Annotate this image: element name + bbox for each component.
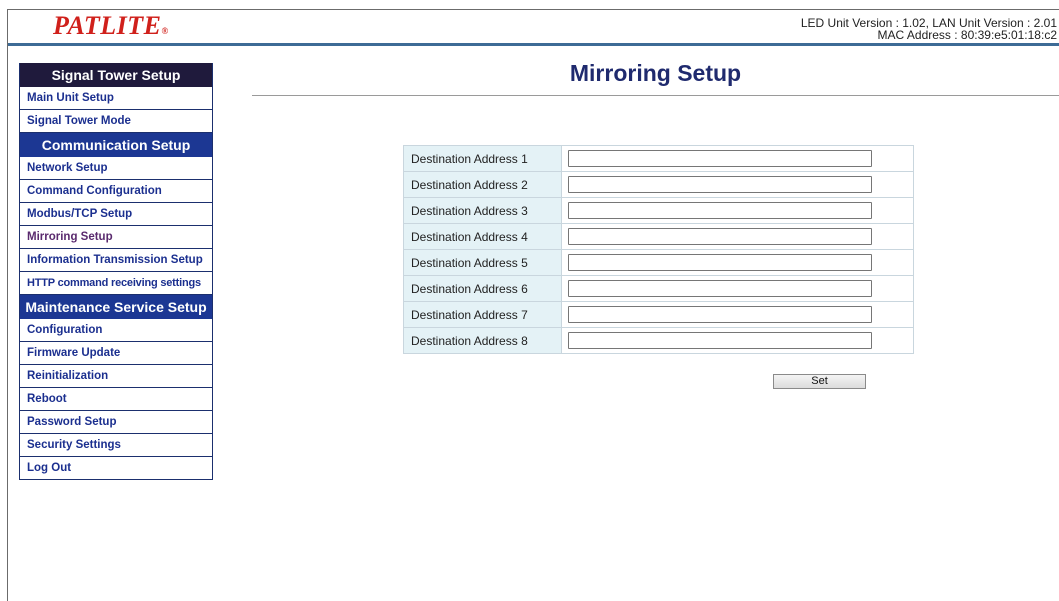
destination-address-2-cell xyxy=(561,171,914,198)
sidebar-item-information-transmission-setup[interactable]: Information Transmission Setup xyxy=(20,249,212,272)
destination-address-3-input[interactable] xyxy=(568,202,872,219)
destination-address-6-label: Destination Address 6 xyxy=(403,275,562,302)
sidebar-item-network-setup[interactable]: Network Setup xyxy=(20,157,212,180)
destination-address-6-input[interactable] xyxy=(568,280,872,297)
destination-address-2-label: Destination Address 2 xyxy=(403,171,562,198)
sidebar-item-http-command-receiving-settings[interactable]: HTTP command receiving settings xyxy=(20,272,212,295)
sidebar-item-reboot[interactable]: Reboot xyxy=(20,388,212,411)
table-row: Destination Address 5 xyxy=(403,249,914,276)
sidebar-section-maintenance-service-setup: Maintenance Service Setup xyxy=(20,295,212,319)
sidebar-item-reinitialization[interactable]: Reinitialization xyxy=(20,365,212,388)
patlite-logo: PATLITE® xyxy=(53,11,169,46)
destination-address-5-label: Destination Address 5 xyxy=(403,249,562,276)
destination-address-7-cell xyxy=(561,301,914,328)
set-button[interactable]: Set xyxy=(773,374,866,389)
sidebar-item-command-configuration[interactable]: Command Configuration xyxy=(20,180,212,203)
mac-address-line: MAC Address : 80:39:e5:01:18:c2 xyxy=(877,28,1057,42)
destination-address-4-label: Destination Address 4 xyxy=(403,223,562,250)
destination-address-4-input[interactable] xyxy=(568,228,872,245)
sidebar-section-signal-tower-setup: Signal Tower Setup xyxy=(20,63,212,87)
destination-address-6-cell xyxy=(561,275,914,302)
destination-address-7-label: Destination Address 7 xyxy=(403,301,562,328)
destination-address-3-label: Destination Address 3 xyxy=(403,197,562,224)
destination-address-5-input[interactable] xyxy=(568,254,872,271)
destination-address-8-label: Destination Address 8 xyxy=(403,327,562,354)
title-divider xyxy=(252,95,1059,96)
table-row: Destination Address 8 xyxy=(403,327,914,354)
sidebar-item-log-out[interactable]: Log Out xyxy=(20,457,212,479)
destination-address-7-input[interactable] xyxy=(568,306,872,323)
sidebar-menu: Signal Tower Setup Main Unit Setup Signa… xyxy=(19,63,213,480)
table-row: Destination Address 1 xyxy=(403,145,914,172)
destination-address-5-cell xyxy=(561,249,914,276)
version-info: LED Unit Version : 1.02, LAN Unit Versio… xyxy=(801,17,1057,41)
sidebar-item-firmware-update[interactable]: Firmware Update xyxy=(20,342,212,365)
destination-address-3-cell xyxy=(561,197,914,224)
sidebar-item-main-unit-setup[interactable]: Main Unit Setup xyxy=(20,87,212,110)
sidebar-item-signal-tower-mode[interactable]: Signal Tower Mode xyxy=(20,110,212,133)
table-row: Destination Address 3 xyxy=(403,197,914,224)
sidebar-section-communication-setup: Communication Setup xyxy=(20,133,212,157)
destination-address-1-cell xyxy=(561,145,914,172)
destination-address-1-label: Destination Address 1 xyxy=(403,145,562,172)
table-row: Destination Address 2 xyxy=(403,171,914,198)
logo-text: PATLITE xyxy=(53,11,162,40)
destination-address-1-input[interactable] xyxy=(568,150,872,167)
table-row: Destination Address 7 xyxy=(403,301,914,328)
sidebar-item-security-settings[interactable]: Security Settings xyxy=(20,434,212,457)
destination-address-8-cell xyxy=(561,327,914,354)
header-divider xyxy=(8,43,1059,46)
page-title: Mirroring Setup xyxy=(569,60,742,86)
sidebar-item-mirroring-setup[interactable]: Mirroring Setup xyxy=(20,226,212,249)
destination-address-8-input[interactable] xyxy=(568,332,872,349)
sidebar-item-password-setup[interactable]: Password Setup xyxy=(20,411,212,434)
destination-address-4-cell xyxy=(561,223,914,250)
sidebar-item-modbus-tcp-setup[interactable]: Modbus/TCP Setup xyxy=(20,203,212,226)
destination-address-table: Destination Address 1 Destination Addres… xyxy=(403,145,914,354)
sidebar-item-configuration[interactable]: Configuration xyxy=(20,319,212,342)
table-row: Destination Address 6 xyxy=(403,275,914,302)
destination-address-2-input[interactable] xyxy=(568,176,872,193)
table-row: Destination Address 4 xyxy=(403,223,914,250)
registered-mark: ® xyxy=(161,26,169,36)
